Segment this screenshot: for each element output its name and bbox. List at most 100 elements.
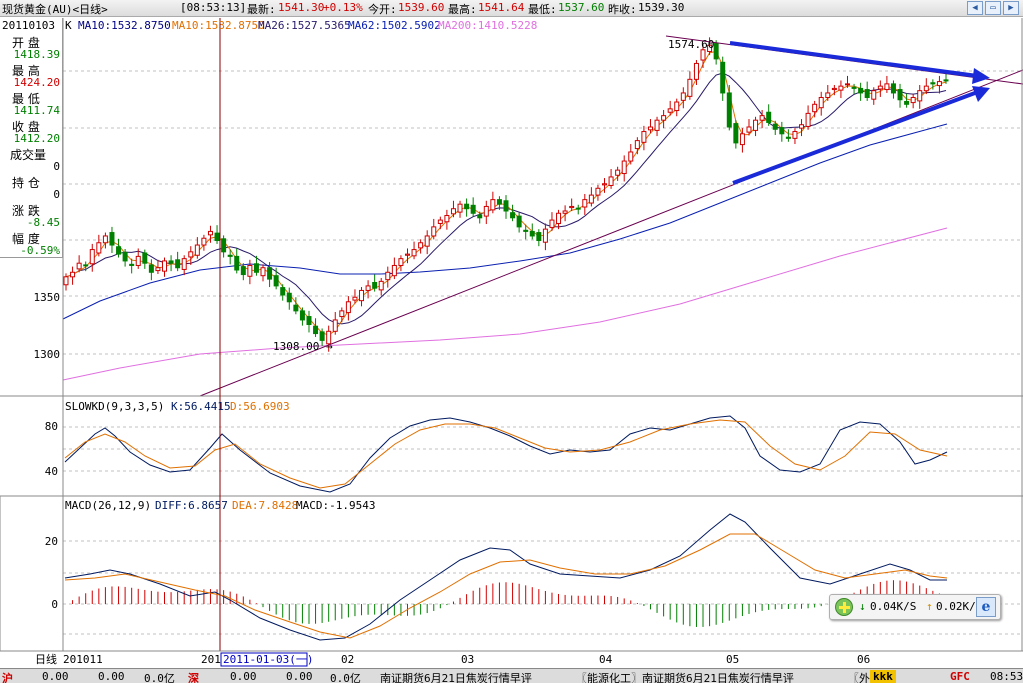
candle-body[interactable] — [943, 79, 949, 82]
candle-body[interactable] — [766, 111, 772, 123]
candle-body[interactable] — [799, 124, 805, 129]
candle-body[interactable] — [221, 238, 227, 253]
candle-body[interactable] — [142, 252, 148, 264]
candle-body[interactable] — [687, 78, 693, 97]
candle-body[interactable] — [588, 194, 594, 204]
candle-body[interactable] — [516, 215, 522, 228]
candle-body[interactable] — [188, 251, 194, 258]
candle-body[interactable] — [490, 199, 496, 211]
candle-body[interactable] — [155, 267, 161, 272]
candle-body[interactable] — [529, 230, 535, 237]
candle-body[interactable] — [175, 259, 181, 269]
candle-body[interactable] — [549, 219, 555, 228]
candle-body[interactable] — [739, 133, 745, 146]
candle-body[interactable] — [536, 232, 542, 241]
candle-body[interactable] — [339, 310, 345, 318]
candle-body[interactable] — [831, 87, 837, 91]
candle-body[interactable] — [464, 203, 470, 210]
candle-body[interactable] — [858, 87, 864, 94]
news-ticker-3[interactable]: 〖外 — [848, 670, 870, 683]
candle-body[interactable] — [523, 229, 529, 232]
candle-body[interactable] — [654, 119, 660, 131]
candle-body[interactable] — [477, 214, 483, 219]
candle-body[interactable] — [904, 100, 910, 105]
candle-body[interactable] — [129, 263, 135, 266]
candle-body[interactable] — [897, 89, 903, 101]
candle-body[interactable] — [398, 258, 404, 266]
candle-body[interactable] — [444, 215, 450, 223]
candle-body[interactable] — [818, 96, 824, 109]
candle-body[interactable] — [890, 83, 896, 94]
candle-body[interactable] — [201, 237, 207, 246]
candle-body[interactable] — [299, 310, 305, 321]
candle-body[interactable] — [273, 275, 279, 287]
candle-body[interactable] — [102, 235, 108, 244]
candle-body[interactable] — [746, 126, 752, 133]
restore-icon[interactable]: ▭ — [985, 1, 1001, 15]
candle-body[interactable] — [385, 271, 391, 281]
candle-body[interactable] — [812, 103, 818, 113]
candle-body[interactable] — [562, 210, 568, 214]
candle-body[interactable] — [122, 251, 128, 262]
candle-body[interactable] — [470, 204, 476, 214]
candle-body[interactable] — [162, 260, 168, 272]
candle-body[interactable] — [628, 151, 634, 162]
candle-body[interactable] — [227, 254, 233, 257]
candle-body[interactable] — [871, 90, 877, 100]
candle-body[interactable] — [575, 207, 581, 210]
candle-body[interactable] — [726, 92, 732, 128]
candle-body[interactable] — [838, 85, 844, 91]
candle-body[interactable] — [116, 246, 122, 255]
candle-body[interactable] — [280, 287, 286, 296]
candle-body[interactable] — [260, 267, 266, 277]
candle-body[interactable] — [779, 127, 785, 135]
candle-body[interactable] — [70, 271, 76, 278]
candle-body[interactable] — [825, 92, 831, 98]
candle-body[interactable] — [345, 301, 351, 314]
candle-body[interactable] — [667, 108, 673, 113]
candle-body[interactable] — [404, 253, 410, 256]
candle-body[interactable] — [680, 92, 686, 101]
candle-body[interactable] — [641, 131, 647, 143]
candle-body[interactable] — [661, 115, 667, 121]
kkk-badge[interactable]: kkk — [870, 670, 896, 683]
candle-body[interactable] — [332, 319, 338, 332]
candle-body[interactable] — [805, 112, 811, 127]
candle-body[interactable] — [313, 325, 319, 335]
candle-body[interactable] — [785, 136, 791, 139]
candle-body[interactable] — [602, 183, 608, 186]
candle-body[interactable] — [615, 169, 621, 176]
candle-body[interactable] — [306, 316, 312, 325]
candle-body[interactable] — [83, 264, 89, 267]
candle-body[interactable] — [293, 304, 299, 312]
candle-body[interactable] — [483, 205, 489, 217]
browser-icon[interactable]: e — [976, 597, 996, 617]
news-ticker-2[interactable]: 〖能源化工〗南证期货6月21日焦炭行情早评 — [576, 670, 794, 683]
candle-body[interactable] — [647, 126, 653, 131]
candle-body[interactable] — [240, 266, 246, 276]
candle-body[interactable] — [234, 255, 240, 271]
candle-body[interactable] — [496, 199, 502, 205]
candle-body[interactable] — [923, 85, 929, 92]
candle-body[interactable] — [753, 119, 759, 131]
candle-body[interactable] — [936, 81, 942, 87]
candle-body[interactable] — [378, 280, 384, 291]
candle-body[interactable] — [391, 264, 397, 277]
candle-body[interactable] — [772, 123, 778, 130]
candle-body[interactable] — [76, 262, 82, 270]
network-speed-popup[interactable]: ↓ 0.04K/S ↑ 0.02K/S e — [829, 594, 1001, 620]
candle-body[interactable] — [759, 115, 765, 121]
candle-body[interactable] — [608, 176, 614, 186]
candle-body[interactable] — [556, 212, 562, 224]
candle-body[interactable] — [181, 258, 187, 270]
candle-body[interactable] — [713, 43, 719, 60]
candle-body[interactable] — [109, 232, 115, 246]
candle-body[interactable] — [542, 228, 548, 243]
candlesticks[interactable] — [63, 37, 949, 352]
candle-body[interactable] — [96, 242, 102, 254]
candle-body[interactable] — [89, 249, 95, 265]
candle-body[interactable] — [595, 187, 601, 196]
candle-body[interactable] — [267, 267, 273, 280]
candle-body[interactable] — [424, 235, 430, 247]
candle-body[interactable] — [365, 285, 371, 291]
